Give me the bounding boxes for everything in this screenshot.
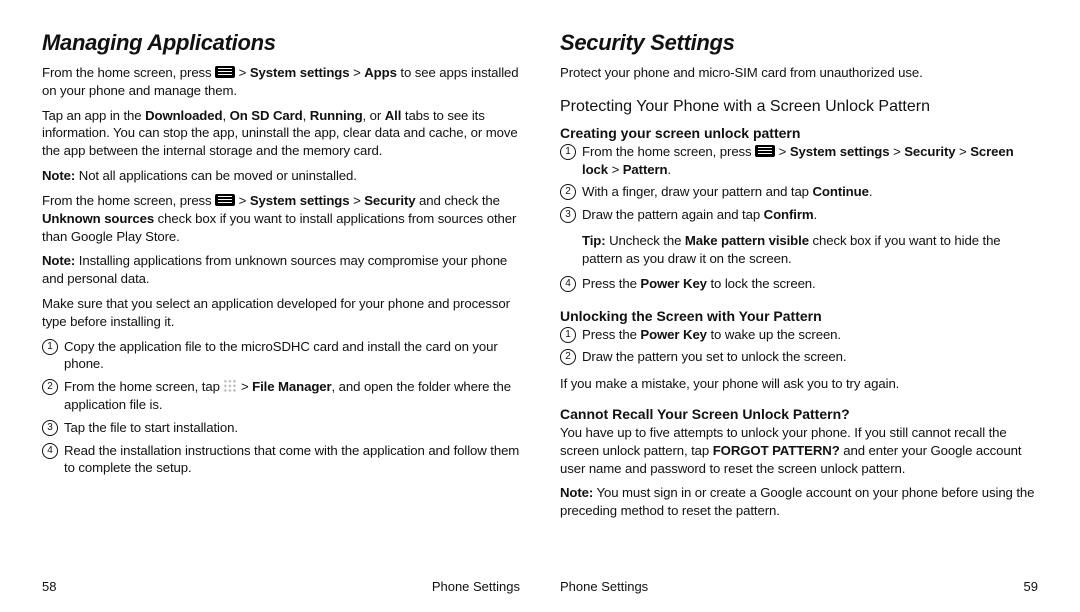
page-number: 59 <box>1024 579 1038 594</box>
subheading-protect: Protecting Your Phone with a Screen Unlo… <box>560 98 1038 116</box>
paragraph: From the home screen, press > System set… <box>42 192 520 245</box>
list-item: Press the Power Key to wake up the scree… <box>560 326 1038 344</box>
page-number: 58 <box>42 579 56 594</box>
subheading-create-pattern: Creating your screen unlock pattern <box>560 125 1038 141</box>
chapter-label: Phone Settings <box>560 579 648 594</box>
tip: Tip: Uncheck the Make pattern visible ch… <box>560 232 1038 268</box>
paragraph: If you make a mistake, your phone will a… <box>560 375 1038 393</box>
paragraph: You have up to five attempts to unlock y… <box>560 424 1038 477</box>
page-footer: Phone Settings 59 <box>560 569 1038 594</box>
note: Note: Installing applications from unkno… <box>42 252 520 288</box>
heading-managing-apps: Managing Applications <box>42 30 520 56</box>
heading-security: Security Settings <box>560 30 1038 56</box>
list-item: Read the installation instructions that … <box>42 442 520 478</box>
subheading-cannot-recall: Cannot Recall Your Screen Unlock Pattern… <box>560 406 1038 422</box>
list-item: Tap the file to start installation. <box>42 419 520 437</box>
paragraph: Tap an app in the Downloaded, On SD Card… <box>42 107 520 160</box>
note: Note: You must sign in or create a Googl… <box>560 484 1038 520</box>
list-item: With a finger, draw your pattern and tap… <box>560 183 1038 201</box>
create-pattern-steps: From the home screen, press > System set… <box>560 143 1038 229</box>
paragraph: Protect your phone and micro-SIM card fr… <box>560 64 1038 82</box>
list-item: From the home screen, press > System set… <box>560 143 1038 179</box>
paragraph: From the home screen, press > System set… <box>42 64 520 100</box>
note: Note: Not all applications can be moved … <box>42 167 520 185</box>
menu-icon <box>755 145 775 157</box>
menu-icon <box>215 194 235 206</box>
chapter-label: Phone Settings <box>432 579 520 594</box>
list-item: Draw the pattern again and tap Confirm. <box>560 206 1038 224</box>
unlock-steps: Press the Power Key to wake up the scree… <box>560 326 1038 372</box>
page-59: Security Settings Protect your phone and… <box>540 30 1052 594</box>
subheading-unlock-pattern: Unlocking the Screen with Your Pattern <box>560 308 1038 324</box>
apps-grid-icon <box>223 379 237 393</box>
page-footer: 58 Phone Settings <box>42 569 520 594</box>
paragraph: Make sure that you select an application… <box>42 295 520 331</box>
create-pattern-steps-cont: Press the Power Key to lock the screen. <box>560 275 1038 298</box>
list-item: Draw the pattern you set to unlock the s… <box>560 348 1038 366</box>
list-item: Press the Power Key to lock the screen. <box>560 275 1038 293</box>
list-item: From the home screen, tap > File Manager… <box>42 378 520 414</box>
page-58: Managing Applications From the home scre… <box>28 30 540 594</box>
menu-icon <box>215 66 235 78</box>
list-item: Copy the application file to the microSD… <box>42 338 520 374</box>
install-steps: Copy the application file to the microSD… <box>42 338 520 483</box>
